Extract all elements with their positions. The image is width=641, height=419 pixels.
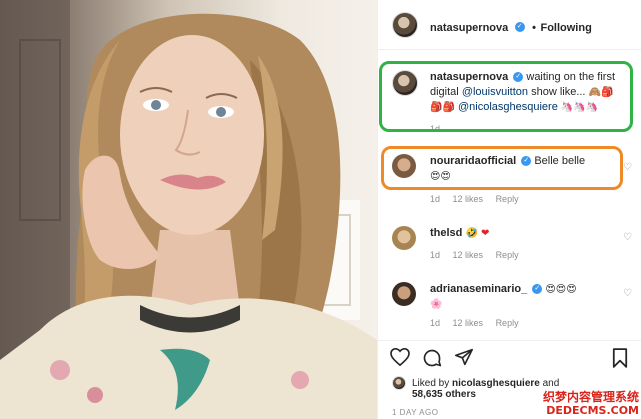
author-username[interactable]: natasupernova xyxy=(430,22,508,34)
liked-by-conj: and xyxy=(542,378,560,389)
comment-time: 1d xyxy=(430,318,441,328)
portrait-image xyxy=(0,0,377,419)
post-photo[interactable] xyxy=(0,0,377,419)
comment-like-heart-icon[interactable]: ♡ xyxy=(623,232,632,243)
separator-dot: • xyxy=(532,22,537,34)
reply-button[interactable]: Reply xyxy=(496,318,519,328)
post-timestamp[interactable]: 1 DAY AGO xyxy=(392,408,438,417)
likes-summary: Liked by nicolasghesquiere and 58,635 ot… xyxy=(412,378,559,400)
watermark-line-1: 织梦内容管理系统 xyxy=(542,390,639,404)
comment-likes[interactable]: 12 likes xyxy=(453,250,484,260)
comment-item: adrianaseminario_ ✓ 😍😍😍 🌸 1d 12 likes Re… xyxy=(378,278,641,334)
heart-icon[interactable] xyxy=(390,348,410,366)
emoji-icon: 🌸 xyxy=(430,299,443,310)
highlight-box-green xyxy=(379,61,633,132)
emoji-icon: 🤣 xyxy=(465,228,478,239)
highlight-box-orange xyxy=(381,146,623,190)
watermark-line-2: DEDECMS.COM xyxy=(546,404,639,417)
comment-likes[interactable]: 12 likes xyxy=(453,318,484,328)
liked-by-prefix: Liked by xyxy=(412,378,450,389)
action-bar xyxy=(378,340,641,370)
watermark: 织梦内容管理系统 DEDECMS.COM xyxy=(542,390,639,418)
bookmark-icon[interactable] xyxy=(612,348,628,368)
comment-likes[interactable]: 12 likes xyxy=(453,194,484,204)
comment-item: thelsd 🤣 ❤ 1d 12 likes Reply ♡ xyxy=(378,222,641,266)
share-icon[interactable] xyxy=(454,348,474,366)
liker-avatar[interactable] xyxy=(392,376,406,390)
likes-count[interactable]: 58,635 others xyxy=(412,389,476,400)
following-button[interactable]: Following xyxy=(540,22,591,34)
liker-username[interactable]: nicolasghesquiere xyxy=(452,378,540,389)
comment-like-heart-icon[interactable]: ♡ xyxy=(623,162,632,173)
commenter-avatar[interactable] xyxy=(392,226,416,250)
emoji-icon: 😍😍😍 xyxy=(545,284,577,295)
commenter-avatar[interactable] xyxy=(392,282,416,306)
heart-emoji-icon: ❤ xyxy=(480,228,490,239)
comment-like-heart-icon[interactable]: ♡ xyxy=(623,288,632,299)
comment-time: 1d xyxy=(430,250,441,260)
verified-badge-icon: ✓ xyxy=(532,284,543,295)
author-avatar[interactable] xyxy=(392,12,418,38)
reply-button[interactable]: Reply xyxy=(496,194,519,204)
verified-badge-icon: ✓ xyxy=(514,21,525,32)
comment-username[interactable]: adrianaseminario_ xyxy=(430,283,527,295)
reply-button[interactable]: Reply xyxy=(496,250,519,260)
comment-icon[interactable] xyxy=(422,348,442,368)
comment-username[interactable]: thelsd xyxy=(430,227,462,239)
comment-time: 1d xyxy=(430,194,441,204)
post-header: natasupernova ✓ • Following xyxy=(378,0,641,50)
